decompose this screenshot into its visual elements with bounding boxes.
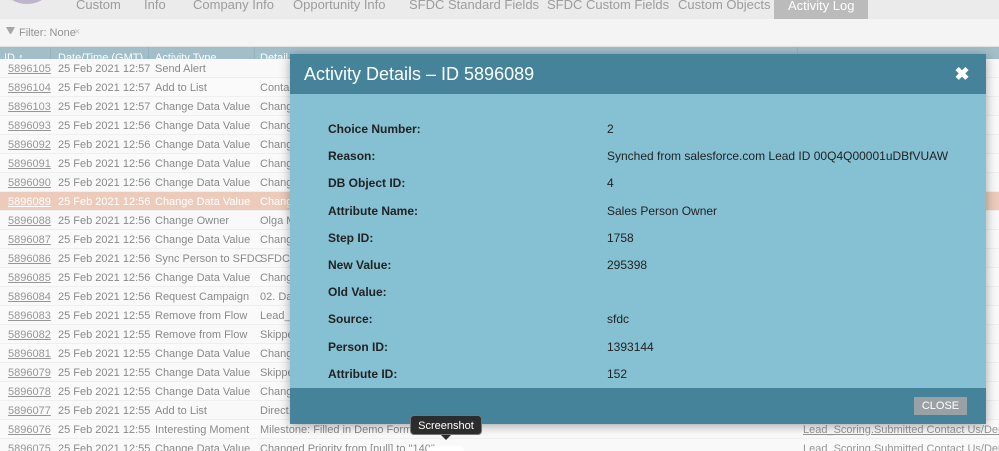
dialog-footer: CLOSE — [290, 388, 986, 424]
field-value: Sales Person Owner — [607, 204, 718, 218]
detail-field: New Value: 295398 — [328, 258, 968, 278]
screenshot-button[interactable] — [428, 446, 464, 451]
screenshot-tooltip: Screenshot — [410, 415, 482, 435]
dialog-title: Activity Details – ID 5896089 — [304, 64, 535, 84]
field-label: New Value: — [328, 258, 392, 272]
field-value: 4 — [607, 176, 614, 190]
field-value: 295398 — [607, 258, 648, 272]
detail-field: Reason: Synched from salesforce.com Lead … — [328, 149, 968, 169]
close-icon[interactable]: ✖ — [952, 64, 972, 84]
field-label: Attribute Name: — [328, 204, 419, 218]
detail-field: Attribute Name: Sales Person Owner — [328, 204, 968, 224]
field-value: 152 — [607, 367, 628, 381]
field-value: 2 — [607, 122, 614, 136]
dialog-header: Activity Details – ID 5896089 ✖ — [290, 54, 986, 94]
detail-field: Old Value: — [328, 285, 968, 305]
field-value: 1393144 — [607, 340, 654, 354]
field-label: Choice Number: — [328, 122, 421, 136]
field-label: Attribute ID: — [328, 367, 398, 381]
detail-field: Choice Number: 2 — [328, 122, 968, 142]
field-value: Synched from salesforce.com Lead ID 00Q4… — [607, 149, 949, 163]
field-value: sfdc — [607, 312, 630, 326]
field-value: 1758 — [607, 231, 634, 245]
close-button[interactable]: CLOSE — [914, 397, 967, 415]
detail-field: DB Object ID: 4 — [328, 176, 968, 196]
field-label: Person ID: — [328, 340, 389, 354]
field-label: DB Object ID: — [328, 176, 406, 190]
activity-details-dialog: Activity Details – ID 5896089 ✖ Choice N… — [290, 54, 986, 424]
detail-field: Attribute ID: 152 — [328, 367, 968, 387]
dialog-body: Choice Number: 2 Reason: Synched from sales… — [290, 94, 986, 388]
field-label: Source: — [328, 312, 373, 326]
field-label: Reason: — [328, 149, 376, 163]
tooltip-arrow — [441, 435, 451, 440]
detail-field: Step ID: 1758 — [328, 231, 968, 251]
field-label: Step ID: — [328, 231, 374, 245]
field-label: Old Value: — [328, 285, 387, 299]
detail-field: Person ID: 1393144 — [328, 340, 968, 360]
detail-field: Source: sfdc — [328, 312, 968, 332]
